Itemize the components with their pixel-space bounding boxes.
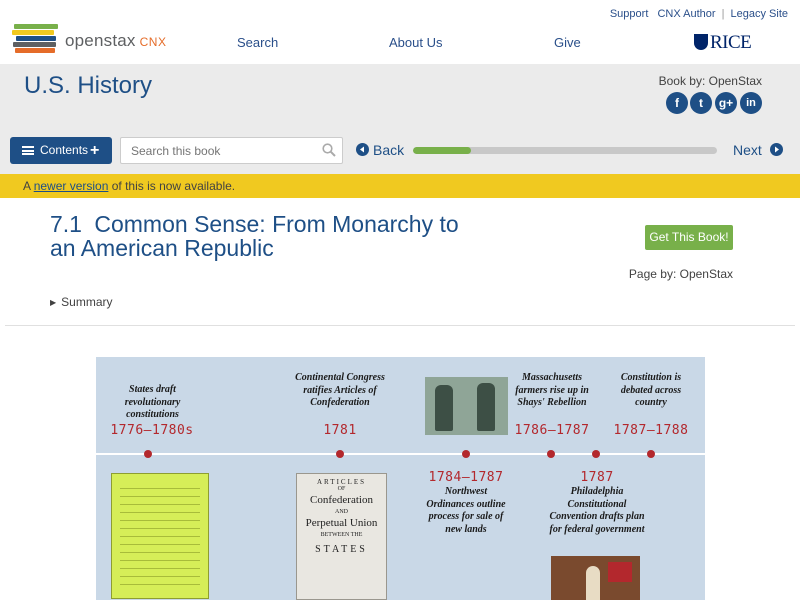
logo-stack-icon (12, 24, 58, 54)
timeline-event-desc: Constitution is debated across country (620, 372, 682, 408)
timeline-event-year: 1787–1788 (613, 423, 689, 438)
next-label: Next (733, 142, 762, 158)
articles-image-text: STATES (315, 544, 368, 555)
shays-rebellion-engraving-image (425, 377, 508, 435)
timeline-event-desc: Massachusetts farmers rise up in Shays' … (515, 372, 589, 408)
timeline-dot (336, 450, 344, 458)
back-button[interactable]: Back (356, 142, 404, 158)
page-by: Page by: OpenStax (628, 267, 733, 281)
articles-image-text: BETWEEN THE (320, 532, 363, 538)
timeline-event-desc: Northwest Ordinances outline process for… (426, 486, 506, 535)
constitutional-convention-painting-image (551, 556, 640, 600)
contents-button[interactable]: Contents + (10, 137, 112, 164)
state-constitution-document-image (111, 473, 209, 599)
version-notice: A newer version of this is now available… (0, 174, 800, 198)
notice-suffix: of this is now available. (108, 179, 236, 193)
timeline-dot (462, 450, 470, 458)
link-separator: | (721, 8, 725, 20)
twitter-icon[interactable]: t (690, 92, 712, 114)
articles-image-text: ARTICLES (316, 478, 367, 486)
section-number: 7.1 (50, 211, 82, 237)
timeline-dot (592, 450, 600, 458)
next-arrow-icon (769, 143, 783, 156)
contents-label: Contents (40, 143, 89, 157)
rice-logo-text: RICE (710, 32, 752, 53)
cnx-author-link[interactable]: CNX Author (657, 8, 715, 20)
back-label: Back (373, 142, 405, 158)
google-plus-icon[interactable]: g+ (715, 92, 737, 114)
timeline-event-year: 1786–1787 (514, 423, 590, 438)
timeline-figure: States draft revolutionary constitutions… (96, 357, 705, 600)
articles-of-confederation-image: ARTICLES OF Confederation AND Perpetual … (296, 473, 387, 600)
book-by: Book by: OpenStax (658, 74, 762, 88)
timeline-event-year: 1787 (580, 470, 614, 485)
reading-progress-fill (413, 147, 471, 154)
logo-suffix: CNX (139, 35, 167, 49)
triangle-right-icon: ▶ (50, 298, 57, 307)
search-input[interactable] (120, 137, 343, 164)
timeline-dot (144, 450, 152, 458)
articles-image-text: Confederation (310, 494, 373, 506)
timeline-event-desc: Continental Congress ratifies Articles o… (295, 372, 385, 408)
articles-image-text: OF (337, 486, 346, 492)
timeline-dot (547, 450, 555, 458)
summary-label: Summary (61, 295, 113, 309)
book-title[interactable]: U.S. History (24, 72, 152, 100)
menu-icon (22, 146, 34, 155)
book-header: U.S. History Book by: OpenStax f t g+ in… (0, 64, 800, 174)
search-icon[interactable] (322, 143, 336, 157)
timeline-event-year: 1776–1780s (110, 423, 194, 438)
reading-progress-bar (413, 147, 717, 154)
newer-version-link[interactable]: newer version (34, 179, 109, 193)
timeline-dot (647, 450, 655, 458)
legacy-site-link[interactable]: Legacy Site (731, 8, 788, 20)
utility-links: Support CNX Author | Legacy Site (610, 8, 788, 20)
articles-image-text: AND (335, 509, 348, 515)
page-title: 7.1 Common Sense: From Monarchy to an Am… (50, 212, 490, 260)
timeline-event-year: 1784–1787 (428, 470, 504, 485)
top-header: openstax CNX Support CNX Author | Legacy … (0, 0, 800, 64)
support-link[interactable]: Support (610, 8, 649, 20)
timeline-event-year: 1781 (323, 423, 357, 438)
timeline-event-desc: Philadelphia Constitutional Convention d… (549, 486, 645, 535)
divider (5, 325, 795, 326)
logo-text: openstax (65, 31, 136, 50)
timeline-axis (96, 453, 705, 455)
summary-toggle[interactable]: ▶ Summary (50, 295, 113, 309)
rice-shield-icon (694, 34, 708, 50)
section-title-text: Common Sense: From Monarchy to an Americ… (50, 211, 459, 261)
nav-about-us[interactable]: About Us (389, 35, 442, 50)
articles-image-text: Perpetual Union (305, 517, 378, 529)
linkedin-icon[interactable]: in (740, 92, 762, 114)
book-toolbar: Contents + Back Next (0, 137, 800, 167)
notice-prefix: A (23, 179, 34, 193)
nav-give[interactable]: Give (554, 35, 581, 50)
back-arrow-icon (356, 143, 369, 156)
timeline-event-desc: States draft revolutionary constitutions (124, 384, 181, 420)
facebook-icon[interactable]: f (666, 92, 688, 114)
next-button[interactable]: Next (733, 142, 783, 158)
get-this-book-button[interactable]: Get This Book! (645, 225, 733, 250)
rice-logo[interactable]: RICE (694, 32, 752, 54)
plus-icon: + (90, 142, 100, 159)
nav-search[interactable]: Search (237, 35, 278, 50)
openstax-logo[interactable]: openstax CNX (12, 24, 172, 58)
